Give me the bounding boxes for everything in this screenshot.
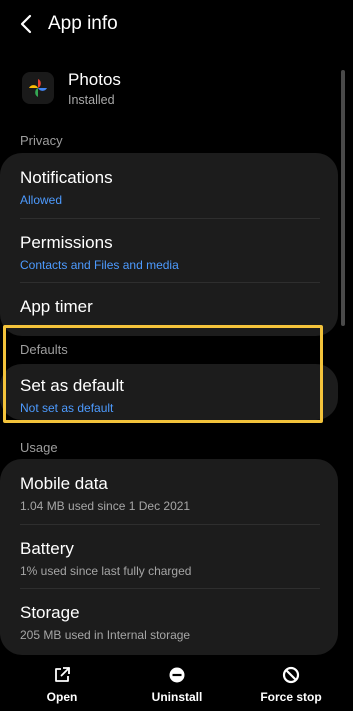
divider [20, 218, 320, 219]
item-subtitle: Contacts and Files and media [20, 258, 179, 272]
back-arrow-icon[interactable] [18, 13, 38, 35]
divider [20, 588, 320, 589]
app-timer-item[interactable]: App timer [20, 297, 320, 317]
force-stop-label: Force stop [260, 690, 322, 704]
item-subtitle: 1.04 MB used since 1 Dec 2021 [20, 499, 191, 513]
force-stop-button[interactable]: Force stop [232, 660, 350, 704]
storage-item[interactable]: Storage 205 MB used in Internal storage [20, 603, 320, 642]
item-subtitle: 1% used since last fully charged [20, 564, 192, 578]
open-button[interactable]: Open [3, 660, 121, 704]
open-label: Open [46, 690, 78, 704]
force-stop-icon [282, 666, 300, 684]
item-title: Storage [20, 603, 80, 622]
usage-card: Mobile data 1.04 MB used since 1 Dec 202… [0, 459, 338, 655]
app-name: Photos [68, 70, 121, 89]
photos-app-icon [22, 72, 54, 104]
open-external-icon [55, 667, 70, 682]
item-title: Mobile data [20, 474, 108, 493]
mobile-data-item[interactable]: Mobile data 1.04 MB used since 1 Dec 202… [20, 474, 320, 513]
notifications-item[interactable]: Notifications Allowed [20, 168, 320, 207]
item-title: Battery [20, 539, 74, 558]
battery-item[interactable]: Battery 1% used since last fully charged [20, 539, 320, 578]
item-title: Notifications [20, 168, 113, 187]
item-subtitle: Allowed [20, 193, 63, 207]
highlight-box [3, 325, 323, 423]
uninstall-button[interactable]: Uninstall [118, 660, 236, 704]
section-label-privacy: Privacy [20, 133, 63, 148]
page-title: App info [48, 13, 118, 34]
item-title: App timer [20, 297, 93, 316]
divider [20, 282, 320, 283]
uninstall-label: Uninstall [151, 690, 203, 704]
permissions-item[interactable]: Permissions Contacts and Files and media [20, 233, 320, 272]
section-label-usage: Usage [20, 440, 58, 455]
uninstall-icon [169, 667, 185, 683]
scrollbar[interactable] [341, 70, 345, 326]
app-bar: App info [0, 0, 353, 50]
bottom-action-bar: Open Uninstall Force stop [0, 660, 353, 711]
item-title: Permissions [20, 233, 113, 252]
item-subtitle: 205 MB used in Internal storage [20, 628, 191, 642]
divider [20, 524, 320, 525]
app-status: Installed [68, 93, 115, 107]
privacy-card: Notifications Allowed Permissions Contac… [0, 153, 338, 336]
